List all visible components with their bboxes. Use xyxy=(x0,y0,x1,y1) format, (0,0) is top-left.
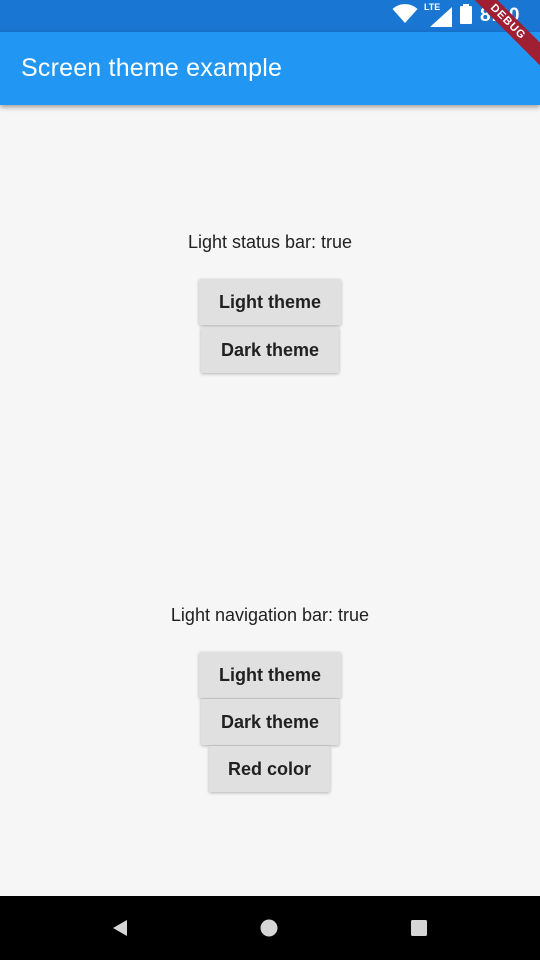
status-bar: LTE 8:00 xyxy=(0,0,540,32)
navigation-bar-caption: Light navigation bar: true xyxy=(170,605,370,625)
system-navigation-bar xyxy=(0,896,540,960)
navigation-bar-light-theme-button[interactable]: Light theme xyxy=(199,652,341,698)
app-bar: Screen theme example xyxy=(0,32,540,105)
app-bar-title: Screen theme example xyxy=(21,54,283,82)
status-bar-dark-theme-button[interactable]: Dark theme xyxy=(201,327,339,373)
status-bar-light-theme-button[interactable]: Light theme xyxy=(199,279,341,325)
back-icon[interactable] xyxy=(104,912,136,944)
home-icon[interactable] xyxy=(253,912,285,944)
navigation-bar-red-color-button[interactable]: Red color xyxy=(209,746,330,792)
lte-signal-icon: LTE xyxy=(424,2,452,27)
navigation-bar-dark-theme-button[interactable]: Dark theme xyxy=(201,699,339,745)
main-content: Light status bar: true Light theme Dark … xyxy=(0,105,540,896)
recents-icon[interactable] xyxy=(403,912,435,944)
status-bar-caption: Light status bar: true xyxy=(187,232,353,252)
battery-icon xyxy=(459,3,472,29)
wifi-icon xyxy=(392,3,418,29)
screen: LTE 8:00 DEBUG Screen theme example Ligh… xyxy=(0,0,540,960)
